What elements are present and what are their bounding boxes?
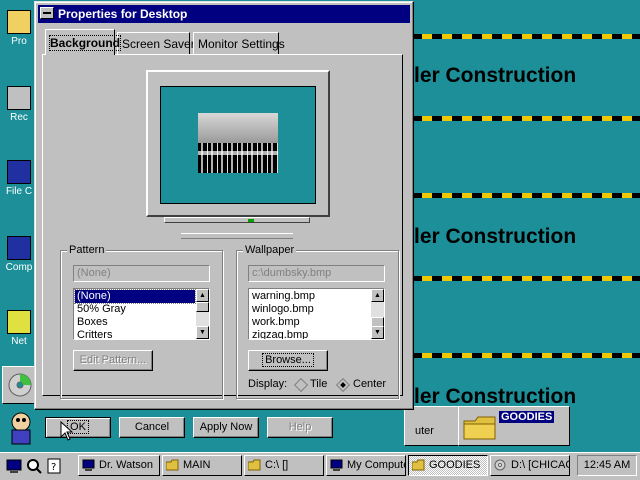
dialog-title: Properties for Desktop <box>58 7 188 21</box>
help-button[interactable]: Help <box>267 417 333 438</box>
monitor-stand <box>164 217 310 223</box>
cancel-button[interactable]: Cancel <box>119 417 185 438</box>
computer-window-label: uter <box>415 425 434 437</box>
goodies-folder-label[interactable]: GOODIES <box>499 411 555 423</box>
wallpaper-scrollbar[interactable]: ▲ ▼ <box>371 289 384 339</box>
tab-monitor-settings[interactable]: Monitor Settings <box>193 32 285 54</box>
wallpaper-group: Wallpaper c:\dumbsky.bmp warning.bmp win… <box>236 244 399 399</box>
list-item[interactable]: work.bmp <box>250 316 370 329</box>
pattern-list[interactable]: (None) 50% Gray Boxes Critters ▲ ▼ <box>73 288 210 340</box>
monitor-preview <box>146 70 330 217</box>
scroll-thumb[interactable] <box>196 302 209 312</box>
task-my-computer[interactable]: My Compute <box>326 455 406 476</box>
desktop-properties-dialog: Properties for Desktop Background Screen… <box>34 1 414 438</box>
magnifier-icon[interactable] <box>26 458 42 474</box>
display-label: Display: <box>248 378 288 390</box>
center-label[interactable]: Center <box>353 378 386 390</box>
task-c-drive[interactable]: C:\ [] <box>244 455 324 476</box>
goodies-window-fragment: GOODIES <box>458 406 570 446</box>
desktop-banner-text: ler Construction <box>414 225 577 248</box>
preview-screen <box>160 86 316 204</box>
folder-icon <box>7 10 31 34</box>
wallpaper-preview-image <box>198 113 278 173</box>
monitor-base <box>181 233 293 239</box>
mouse-cursor-icon <box>60 421 74 441</box>
folder-icon <box>166 459 179 471</box>
folder-icon <box>412 459 425 471</box>
computer-icon <box>7 236 31 260</box>
list-item[interactable]: Critters <box>75 329 195 339</box>
desktop-icon-file-cabinet[interactable]: File C <box>0 160 38 197</box>
tab-screen-saver[interactable]: Screen Saver <box>117 32 195 54</box>
system-menu-button[interactable] <box>40 7 54 19</box>
desktop-icon-recycle[interactable]: Rec <box>0 86 38 123</box>
caution-stripe <box>412 276 640 281</box>
wallpaper-list[interactable]: warning.bmp winlogo.bmp work.bmp zigzag.… <box>248 288 385 340</box>
recycle-bin-icon <box>7 86 31 110</box>
computer-icon <box>82 459 95 471</box>
pattern-scrollbar[interactable]: ▲ ▼ <box>196 289 209 339</box>
folder-icon <box>248 459 261 471</box>
caution-stripe <box>412 353 640 358</box>
monitor-power-light <box>248 219 254 222</box>
disc-icon <box>494 459 506 471</box>
list-item[interactable]: warning.bmp <box>250 290 370 303</box>
network-icon <box>7 310 31 334</box>
taskbar-clock[interactable]: 12:45 AM <box>577 455 637 476</box>
pattern-group: Pattern (None) (None) 50% Gray Boxes Cri… <box>60 244 223 399</box>
tab-background[interactable]: Background <box>45 29 122 55</box>
computer-icon <box>7 160 31 184</box>
pattern-group-label: Pattern <box>67 244 107 256</box>
caution-stripe <box>412 34 640 39</box>
caution-stripe <box>412 193 640 198</box>
task-dr-watson[interactable]: Dr. Watson <box>78 455 160 476</box>
list-item[interactable]: winlogo.bmp <box>250 303 370 316</box>
apply-now-button[interactable]: Apply Now <box>193 417 259 438</box>
computer-icon[interactable] <box>6 458 22 474</box>
scroll-up-button[interactable]: ▲ <box>196 289 209 302</box>
browse-button[interactable]: Browse... <box>248 350 328 371</box>
desktop-icon-computer[interactable]: Comp <box>0 236 38 273</box>
taskbar: ? Dr. Watson MAIN C:\ [] My Compute GOOD… <box>0 452 640 480</box>
folder-icon <box>463 416 496 440</box>
edit-pattern-button[interactable]: Edit Pattern... <box>73 350 153 371</box>
desktop-banner-text: ler Construction <box>414 64 577 87</box>
ok-button[interactable]: OK <box>45 417 111 438</box>
background-tab-panel: Pattern (None) (None) 50% Gray Boxes Cri… <box>42 54 403 399</box>
center-radio[interactable] <box>335 377 351 393</box>
task-goodies[interactable]: GOODIES <box>408 455 488 476</box>
cd-window-fragment <box>2 366 38 404</box>
list-item[interactable]: 50% Gray <box>75 303 195 316</box>
scroll-up-button[interactable]: ▲ <box>371 289 384 302</box>
task-main[interactable]: MAIN <box>162 455 242 476</box>
disc-icon <box>8 373 32 397</box>
wallpaper-field: c:\dumbsky.bmp <box>248 265 385 282</box>
computer-icon <box>330 459 343 471</box>
quick-launch: ? <box>4 456 74 476</box>
list-item[interactable]: Boxes <box>75 316 195 329</box>
help-book-icon[interactable]: ? <box>46 458 62 474</box>
scroll-down-button[interactable]: ▼ <box>371 326 384 339</box>
tile-label[interactable]: Tile <box>310 378 327 390</box>
svg-text:?: ? <box>51 462 56 473</box>
pattern-field: (None) <box>73 265 210 282</box>
wallpaper-group-label: Wallpaper <box>243 244 297 256</box>
helper-character-icon <box>6 410 36 446</box>
tile-radio[interactable] <box>293 377 309 393</box>
my-computer-window-fragment: uter <box>404 406 460 446</box>
caution-stripe <box>412 116 640 121</box>
list-item[interactable]: (None) <box>74 289 196 304</box>
dialog-title-bar[interactable]: Properties for Desktop <box>38 5 410 23</box>
list-item[interactable]: zigzag.bmp <box>250 329 370 339</box>
task-d-drive[interactable]: D:\ [CHICAG <box>490 455 570 476</box>
desktop-icon-network[interactable]: Net <box>0 310 38 347</box>
desktop-icon-programs[interactable]: Pro <box>0 10 38 47</box>
scroll-down-button[interactable]: ▼ <box>196 326 209 339</box>
